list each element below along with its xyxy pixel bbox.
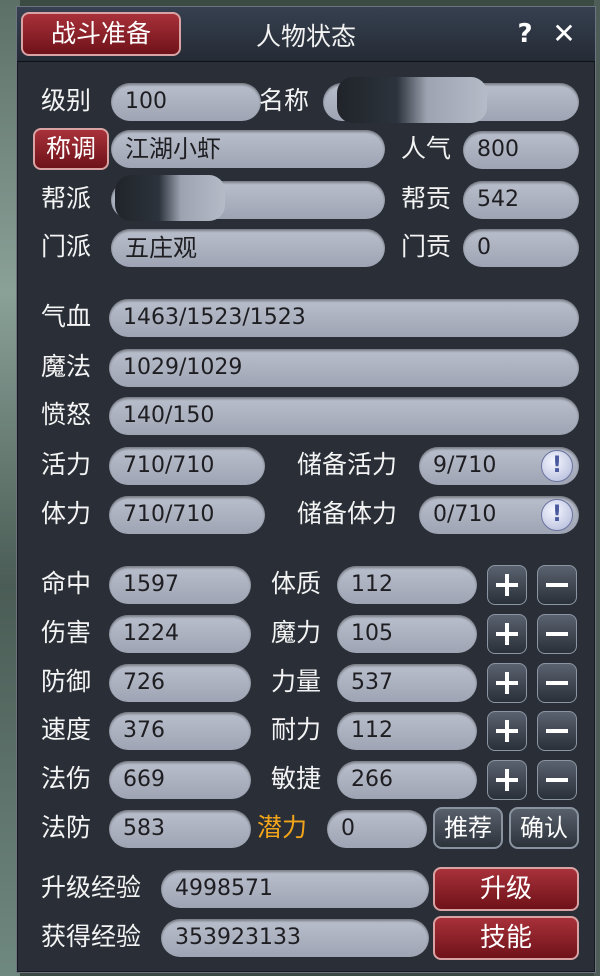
remove-point-button[interactable] bbox=[537, 614, 577, 654]
add-point-button[interactable] bbox=[487, 760, 527, 800]
sect-label: 门派 bbox=[41, 232, 92, 261]
mp-label: 魔法 bbox=[41, 352, 92, 381]
stat-value: 376 bbox=[109, 712, 251, 750]
name-blur bbox=[337, 77, 487, 123]
stat-label: 速度 bbox=[41, 715, 92, 744]
gang-contribution-field: 542 bbox=[463, 181, 579, 219]
remove-point-button[interactable] bbox=[537, 565, 577, 605]
character-status-window: 战斗准备 人物状态 ? ✕ 级别 100 名称 称调 江湖小虾 人气 800 帮… bbox=[16, 6, 596, 973]
vigor-field: 710/710 bbox=[109, 447, 265, 485]
stat-value: 1597 bbox=[109, 566, 251, 604]
gang-label: 帮派 bbox=[41, 184, 92, 213]
reserve-vigor-info-icon[interactable]: ! bbox=[541, 450, 573, 482]
remove-point-button[interactable] bbox=[537, 711, 577, 751]
confirm-button[interactable]: 确认 bbox=[509, 807, 579, 849]
upgrade-exp-field: 4998571 bbox=[161, 870, 429, 908]
remove-point-button[interactable] bbox=[537, 663, 577, 703]
gang-blur bbox=[115, 175, 225, 221]
potential-label: 潜力 bbox=[257, 813, 308, 842]
potential-field: 0 bbox=[327, 810, 427, 848]
attribute-label: 力量 bbox=[271, 667, 322, 696]
gained-exp-field: 353923133 bbox=[161, 919, 429, 957]
vigor-label: 活力 bbox=[41, 450, 92, 479]
attribute-value: 266 bbox=[337, 761, 477, 799]
sect-contribution-field: 0 bbox=[463, 229, 579, 267]
stat-value: 669 bbox=[109, 761, 251, 799]
name-label: 名称 bbox=[259, 86, 310, 115]
recommend-button[interactable]: 推荐 bbox=[433, 807, 503, 849]
stat-value: 1224 bbox=[109, 615, 251, 653]
attribute-value: 112 bbox=[337, 712, 477, 750]
sect-contribution-label: 门贡 bbox=[401, 232, 452, 261]
attribute-label: 体质 bbox=[271, 569, 322, 598]
reserve-stamina-info-icon[interactable]: ! bbox=[541, 499, 573, 531]
popularity-label: 人气 bbox=[401, 134, 452, 163]
help-icon[interactable]: ? bbox=[511, 17, 539, 51]
title-button[interactable]: 称调 bbox=[33, 128, 109, 170]
attribute-value: 537 bbox=[337, 664, 477, 702]
attribute-value: 105 bbox=[337, 615, 477, 653]
popularity-field: 800 bbox=[463, 131, 579, 169]
reserve-stamina-label: 储备体力 bbox=[297, 499, 398, 528]
reserve-vigor-label: 储备活力 bbox=[297, 450, 398, 479]
remove-point-button[interactable] bbox=[537, 760, 577, 800]
add-point-button[interactable] bbox=[487, 614, 527, 654]
stamina-field: 710/710 bbox=[109, 496, 265, 534]
attribute-label: 敏捷 bbox=[271, 764, 322, 793]
stat-value: 726 bbox=[109, 664, 251, 702]
stat-label: 伤害 bbox=[41, 618, 92, 647]
stat-label: 命中 bbox=[41, 569, 92, 598]
close-icon[interactable]: ✕ bbox=[547, 17, 581, 51]
level-field: 100 bbox=[111, 83, 261, 121]
sect-field: 五庄观 bbox=[111, 229, 385, 267]
stat-label: 法伤 bbox=[41, 764, 92, 793]
mp-field: 1029/1029 bbox=[109, 349, 579, 387]
stamina-label: 体力 bbox=[41, 499, 92, 528]
hp-field: 1463/1523/1523 bbox=[109, 299, 579, 337]
upgrade-exp-label: 升级经验 bbox=[41, 873, 142, 902]
stat-label: 法防 bbox=[41, 813, 92, 842]
stat-label: 防御 bbox=[41, 667, 92, 696]
title-field: 江湖小虾 bbox=[111, 130, 385, 168]
add-point-button[interactable] bbox=[487, 663, 527, 703]
add-point-button[interactable] bbox=[487, 565, 527, 605]
hp-label: 气血 bbox=[41, 302, 92, 331]
attribute-label: 魔力 bbox=[271, 618, 322, 647]
level-label: 级别 bbox=[41, 86, 92, 115]
anger-field: 140/150 bbox=[109, 397, 579, 435]
gang-contribution-label: 帮贡 bbox=[401, 184, 452, 213]
attribute-label: 耐力 bbox=[271, 715, 322, 744]
skills-button[interactable]: 技能 bbox=[433, 916, 579, 960]
level-up-button[interactable]: 升级 bbox=[433, 867, 579, 911]
add-point-button[interactable] bbox=[487, 711, 527, 751]
title-bar[interactable]: 战斗准备 人物状态 ? ✕ bbox=[17, 7, 595, 62]
attribute-value: 112 bbox=[337, 566, 477, 604]
stat-value: 583 bbox=[109, 810, 251, 848]
anger-label: 愤怒 bbox=[41, 400, 92, 429]
window-title: 人物状态 bbox=[255, 22, 356, 51]
gained-exp-label: 获得经验 bbox=[41, 922, 142, 951]
